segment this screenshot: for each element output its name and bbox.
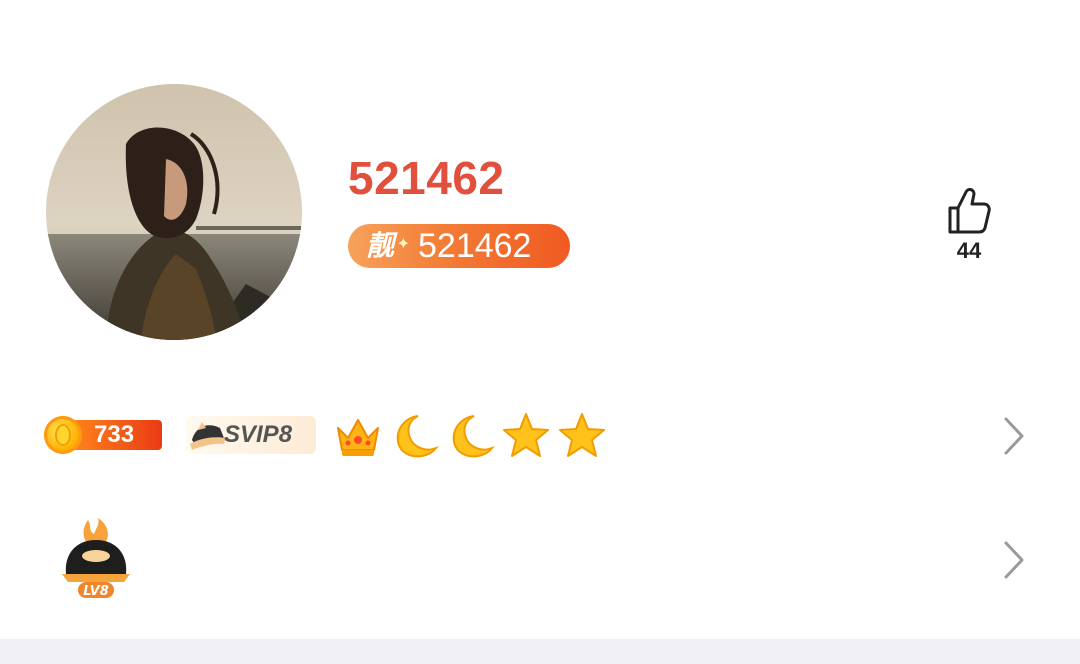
coin-value: 733 [94,421,135,448]
svip-badge: SVIP8 [186,416,316,454]
svip-label: SVIP8 [224,421,293,448]
svip-hat-icon [190,422,226,450]
coin-badge: 733 [44,416,162,454]
username: 521462 [348,152,505,204]
moon-icon [396,415,439,458]
star-icon [503,413,549,457]
fan-level-label: LV8 [83,584,109,599]
moon-icon [452,415,495,458]
pretty-id-number: 521462 [418,227,532,265]
pretty-id-prefix: 靓 ✦ [366,224,410,268]
badges-row[interactable]: 733 SVIP8 [44,410,1044,462]
like-count: 44 [956,238,982,263]
profile-avatar[interactable] [46,84,302,340]
like-button[interactable]: 44 [936,186,1002,276]
crown-icon [337,419,379,456]
gold-coin-icon [44,416,82,454]
chevron-right-icon[interactable] [1002,540,1026,580]
section-divider [0,639,1080,664]
pretty-id-badge[interactable]: 靓 ✦ 521462 [348,224,570,268]
thumbs-up-icon [948,188,991,234]
flame-cap-icon[interactable]: LV8 [58,516,134,602]
chevron-right-icon[interactable] [1002,416,1026,456]
star-icon [559,413,605,457]
pretty-id-prefix-text: 靓 [366,229,395,262]
sparkle-icon: ✦ [396,234,410,253]
